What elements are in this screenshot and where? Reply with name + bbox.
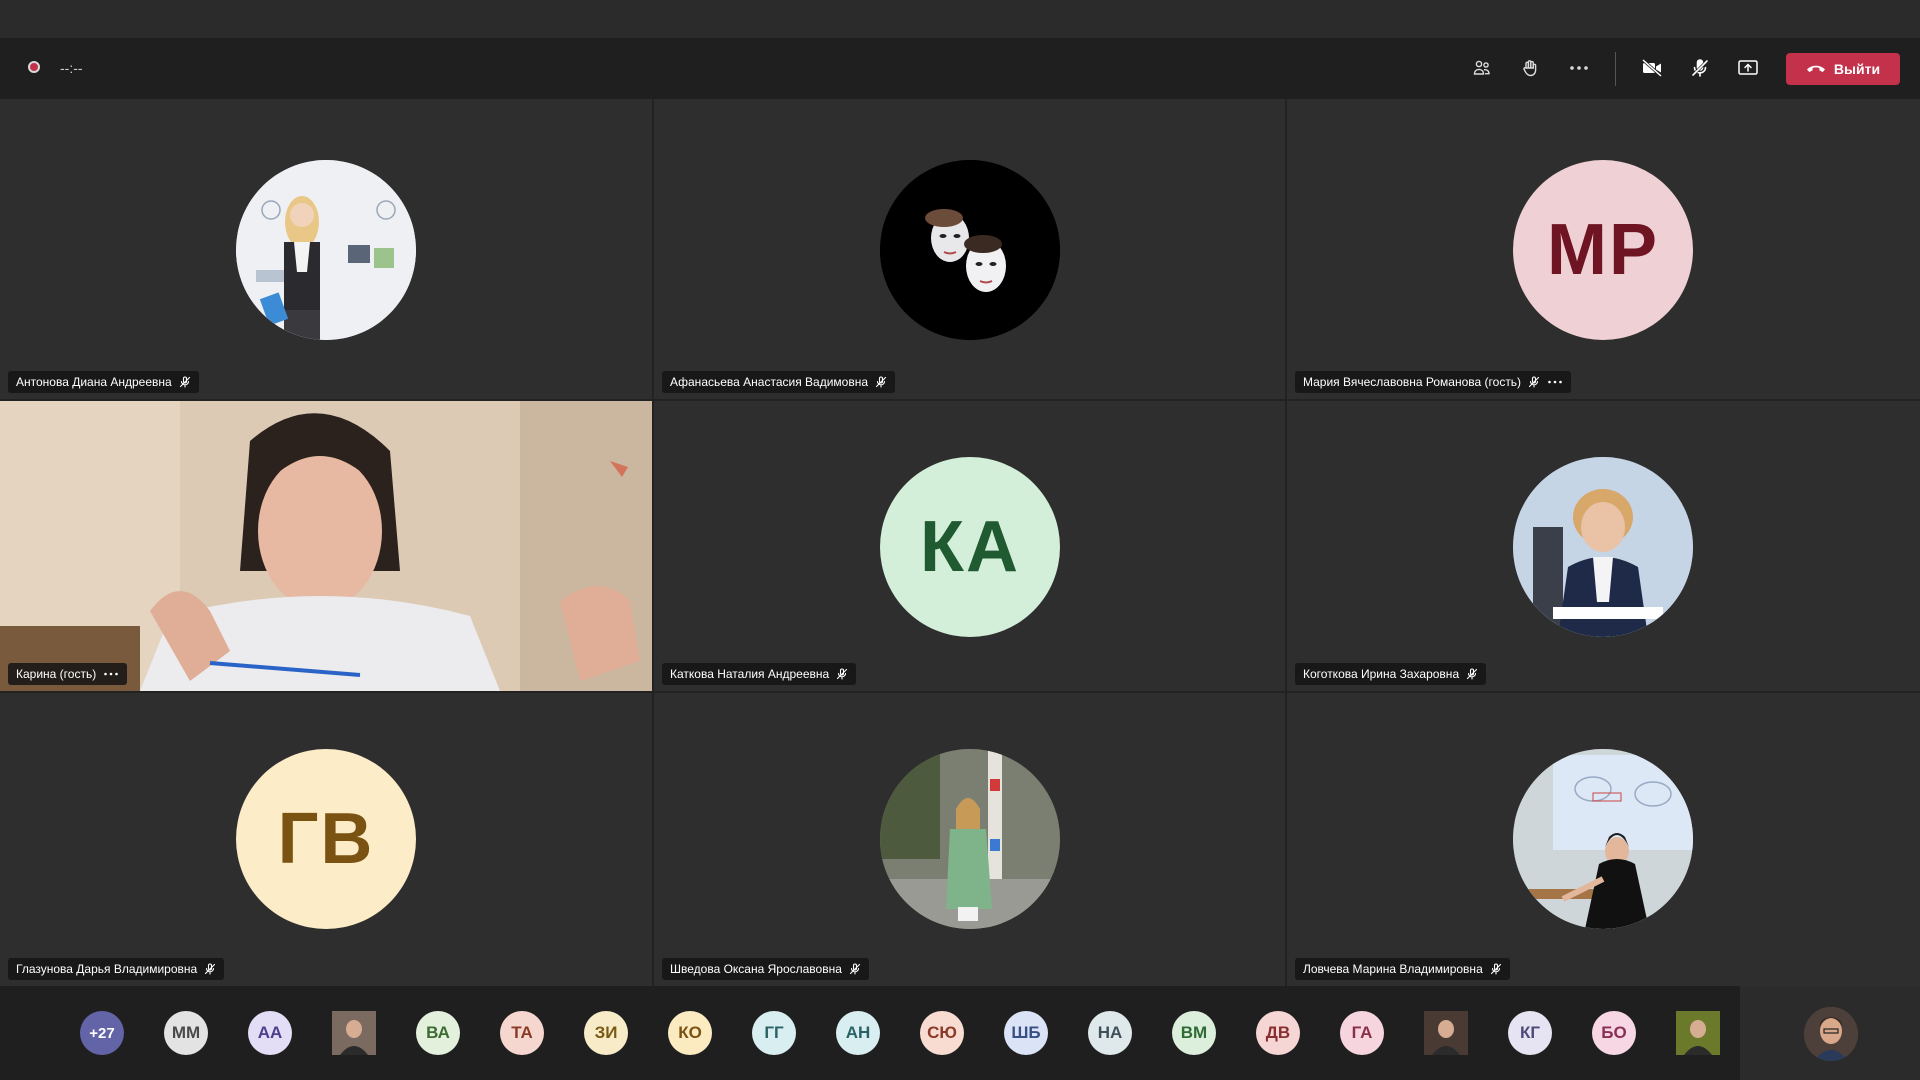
participant-photo: [236, 160, 416, 340]
participant-photo: [1513, 457, 1693, 637]
more-options-icon[interactable]: [1547, 376, 1563, 388]
participant-name-tag: Мария Вячеславовна Романова (гость): [1295, 371, 1572, 393]
participant-tile[interactable]: Ловчева Марина Владимировна: [1287, 693, 1920, 986]
meeting-toolbar: [0, 38, 1920, 99]
participant-grid: Антонова Диана Андреевна Афанасьева Анас…: [0, 99, 1920, 986]
participant-initials-chip[interactable]: ТА: [500, 1011, 544, 1055]
camera-toggle-button[interactable]: [1637, 53, 1667, 83]
participant-tile[interactable]: КА Каткова Наталия Андреевна: [654, 401, 1285, 691]
hang-up-icon: [1806, 65, 1825, 73]
participant-name: Каткова Наталия Андреевна: [670, 667, 830, 681]
leave-label: Выйти: [1833, 61, 1881, 77]
participants-icon: [1473, 60, 1490, 75]
participant-tile[interactable]: Афанасьева Анастасия Вадимовна: [654, 99, 1285, 399]
meeting-timer: --:--: [60, 60, 83, 76]
participant-name: Шведова Оксана Ярославовна: [670, 962, 842, 976]
more-actions-icon: [1570, 66, 1588, 70]
participant-initials-chip[interactable]: ВА: [416, 1011, 460, 1055]
participant-tile[interactable]: Антонова Диана Андреевна: [0, 99, 652, 399]
participant-tile[interactable]: Карина (гость): [0, 401, 652, 691]
participant-name: Карина (гость): [16, 667, 97, 681]
more-participants-badge[interactable]: +27: [80, 1011, 124, 1055]
raise-hand-icon: [1523, 60, 1537, 77]
mic-off-icon: [837, 668, 848, 680]
participant-initials-chip[interactable]: КО: [668, 1011, 712, 1055]
more-options-icon[interactable]: [103, 668, 119, 680]
participant-initials-chip[interactable]: АА: [248, 1011, 292, 1055]
participant-photo-chip[interactable]: [1676, 1011, 1720, 1055]
microphone-toggle-button[interactable]: [1685, 53, 1715, 83]
participant-name-tag: Карина (гость): [8, 663, 128, 685]
participant-name-tag: Ловчева Марина Владимировна: [1295, 958, 1510, 980]
camera-off-icon: [1642, 58, 1662, 78]
participant-tile[interactable]: ГВ Глазунова Дарья Владимировна: [0, 693, 652, 986]
participant-photo: [880, 749, 1060, 929]
participant-initials-chip[interactable]: АН: [836, 1011, 880, 1055]
participant-tile[interactable]: МР Мария Вячеславовна Романова (гость): [1287, 99, 1920, 399]
more-actions-button[interactable]: [1564, 53, 1594, 83]
participant-initials-chip[interactable]: ЗИ: [584, 1011, 628, 1055]
participant-initials-avatar: КА: [880, 457, 1060, 637]
participant-name-tag: Каткова Наталия Андреевна: [662, 663, 857, 685]
participant-name-tag: Афанасьева Анастасия Вадимовна: [662, 371, 896, 393]
participant-photo-chip[interactable]: [1424, 1011, 1468, 1055]
participant-initials-chip[interactable]: ШБ: [1004, 1011, 1048, 1055]
participant-initials-chip[interactable]: ГГ: [752, 1011, 796, 1055]
participant-name-tag: Шведова Оксана Ярославовна: [662, 958, 869, 980]
participant-initials-chip[interactable]: СЮ: [920, 1011, 964, 1055]
participant-photo: [332, 1011, 376, 1055]
window-top-strip: [0, 0, 1920, 38]
recording-indicator-icon: [28, 61, 40, 73]
participant-name: Ловчева Марина Владимировна: [1303, 962, 1483, 976]
share-screen-button[interactable]: [1733, 53, 1763, 83]
mic-off-icon: [179, 376, 190, 388]
self-video-thumbnail[interactable]: [1804, 1007, 1858, 1061]
mic-off-icon: [1490, 963, 1501, 975]
mic-off-icon: [205, 963, 216, 975]
participant-photo-chip[interactable]: [332, 1011, 376, 1055]
participant-tile[interactable]: Шведова Оксана Ярославовна: [654, 693, 1285, 986]
participant-initials-chip[interactable]: ВМ: [1172, 1011, 1216, 1055]
participant-initials-avatar: МР: [1513, 160, 1693, 340]
participant-initials-chip[interactable]: КГ: [1508, 1011, 1552, 1055]
participant-photo: [1424, 1011, 1468, 1055]
participant-photo: [1676, 1011, 1720, 1055]
mic-off-icon: [1467, 668, 1478, 680]
raise-hand-button[interactable]: [1515, 53, 1545, 83]
participant-name: Антонова Диана Андреевна: [16, 375, 172, 389]
participant-name: Глазунова Дарья Владимировна: [16, 962, 198, 976]
participant-initials-avatar: ГВ: [236, 749, 416, 929]
participant-photo: [880, 160, 1060, 340]
participant-video: [0, 401, 652, 691]
participant-photo: [1513, 749, 1693, 929]
participants-button[interactable]: [1467, 53, 1497, 83]
participant-name: Коготкова Ирина Захаровна: [1303, 667, 1460, 681]
mic-off-icon: [875, 376, 887, 388]
participant-name: Мария Вячеславовна Романова (гость): [1303, 375, 1522, 389]
mic-off-icon: [1529, 376, 1540, 388]
participant-initials-chip[interactable]: ДВ: [1256, 1011, 1300, 1055]
participant-initials-chip[interactable]: БО: [1592, 1011, 1636, 1055]
participant-name-tag: Коготкова Ирина Захаровна: [1295, 663, 1487, 685]
mic-off-icon: [849, 963, 860, 975]
participant-name-tag: Глазунова Дарья Владимировна: [8, 958, 225, 980]
participant-initials-chip[interactable]: НА: [1088, 1011, 1132, 1055]
participant-tile[interactable]: Коготкова Ирина Захаровна: [1287, 401, 1920, 691]
mic-off-icon: [1691, 59, 1709, 77]
participant-initials-chip[interactable]: ГА: [1340, 1011, 1384, 1055]
leave-meeting-button[interactable]: Выйти: [1786, 53, 1900, 85]
participant-initials-chip[interactable]: ММ: [164, 1011, 208, 1055]
participant-name-tag: Антонова Диана Андреевна: [8, 371, 199, 393]
toolbar-divider: [1615, 52, 1616, 86]
participant-name: Афанасьева Анастасия Вадимовна: [670, 375, 869, 389]
share-screen-icon: [1738, 60, 1758, 75]
